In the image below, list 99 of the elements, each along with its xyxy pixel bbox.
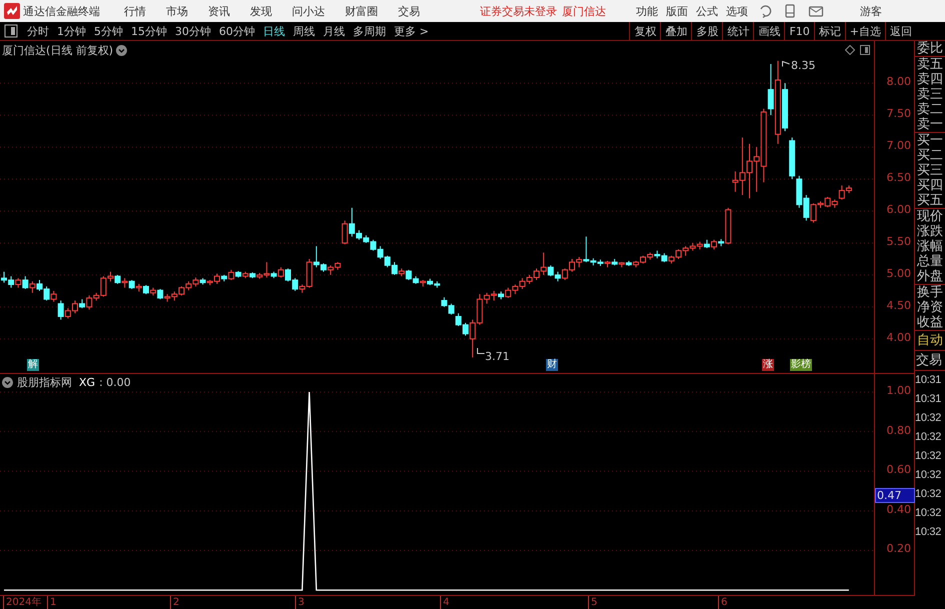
menu-item[interactable]: 行情 bbox=[124, 4, 146, 18]
axis-label: 0.60 bbox=[886, 463, 911, 476]
broker-link[interactable]: 厦门信达 bbox=[562, 4, 606, 18]
quote-label: 卖一 bbox=[916, 117, 944, 132]
date-label: 1 bbox=[47, 596, 56, 609]
panel-toggle-icon[interactable] bbox=[4, 24, 18, 38]
window-toggle-icon[interactable] bbox=[860, 45, 870, 55]
period-tab[interactable]: 1分钟 bbox=[53, 24, 90, 38]
date-label: 3 bbox=[295, 596, 304, 609]
event-marker[interactable]: 影榜 bbox=[790, 359, 812, 371]
quote-label: 总量 bbox=[916, 254, 944, 269]
high-price-label: 8.35 bbox=[791, 59, 816, 72]
date-label: 2 bbox=[170, 596, 180, 609]
quote-label: 净资 bbox=[916, 300, 944, 315]
axis-label: 4.50 bbox=[886, 298, 911, 312]
quote-label: 委比 bbox=[916, 41, 944, 56]
quote-label: 卖三 bbox=[916, 87, 944, 102]
period-tab[interactable]: 月线 bbox=[319, 24, 349, 38]
trade-label: 交易 bbox=[915, 351, 945, 371]
period-tab[interactable]: 15分钟 bbox=[127, 24, 171, 38]
quote-label: 涨幅 bbox=[916, 239, 944, 254]
low-price-label: 3.71 bbox=[485, 350, 510, 363]
menu-item[interactable]: 资讯 bbox=[208, 4, 230, 18]
axis-label: 8.00 bbox=[886, 75, 911, 88]
quote-label: 现价 bbox=[916, 209, 944, 224]
menu-item[interactable]: 市场 bbox=[166, 4, 188, 18]
chart-title: 厦门信达(日线 前复权) bbox=[2, 43, 114, 58]
period-tab[interactable]: 周线 bbox=[289, 24, 319, 38]
trade-time: 10:32 bbox=[915, 525, 942, 540]
trade-time: 10:32 bbox=[915, 506, 942, 521]
menu-item[interactable]: 财富圈 bbox=[345, 4, 378, 18]
quote-label: 收益 bbox=[916, 315, 944, 330]
event-marker[interactable]: 涨 bbox=[762, 359, 774, 371]
axis-label: 5.00 bbox=[886, 266, 911, 280]
trade-time: 10:32 bbox=[915, 487, 942, 502]
axis-label: 7.00 bbox=[886, 139, 911, 152]
quote-label: 外盘 bbox=[916, 269, 944, 284]
menu-item[interactable]: 问小达 bbox=[292, 4, 325, 18]
menu-item[interactable]: 公式 bbox=[696, 4, 718, 18]
menu-item[interactable]: 功能 bbox=[636, 4, 658, 18]
date-label: 2024年 bbox=[3, 596, 42, 609]
app-logo-icon bbox=[4, 3, 20, 19]
trade-time: 10:31 bbox=[915, 373, 942, 388]
quote-label: 卖四 bbox=[916, 72, 944, 87]
dropdown-icon[interactable] bbox=[116, 45, 128, 56]
quote-label: 买三 bbox=[916, 163, 944, 178]
date-label: 6 bbox=[718, 596, 728, 609]
mail-icon[interactable] bbox=[808, 4, 824, 18]
axis-label: 0.40 bbox=[886, 502, 911, 516]
quote-label: 卖五 bbox=[916, 57, 944, 72]
period-tab[interactable]: 日线 bbox=[259, 24, 289, 38]
period-tab[interactable]: 分时 bbox=[23, 24, 53, 38]
leader-line bbox=[477, 348, 485, 354]
period-tab[interactable]: 5分钟 bbox=[90, 24, 127, 38]
axis-label: 1.00 bbox=[886, 384, 911, 397]
period-tab[interactable]: 多周期 bbox=[349, 24, 390, 38]
trade-time: 10:32 bbox=[915, 468, 942, 483]
period-tab[interactable]: 30分钟 bbox=[171, 24, 215, 38]
phone-icon[interactable] bbox=[784, 4, 796, 18]
login-status-link[interactable]: 证券交易未登录 bbox=[480, 4, 557, 18]
quote-label: 买四 bbox=[916, 178, 944, 193]
auto-mode-label[interactable]: 自动 bbox=[915, 331, 945, 351]
menu-item[interactable]: 发现 bbox=[250, 4, 272, 18]
axis-label: 0.20 bbox=[886, 542, 911, 556]
quote-label: 涨跌 bbox=[916, 224, 944, 239]
axis-label: 6.00 bbox=[886, 203, 911, 216]
event-marker[interactable]: 财 bbox=[546, 359, 558, 371]
axis-label: 7.50 bbox=[886, 107, 911, 120]
axis-label: 4.00 bbox=[886, 330, 911, 344]
axis-label: 0.80 bbox=[886, 424, 911, 437]
event-marker[interactable]: 解 bbox=[27, 359, 39, 371]
leader-line bbox=[782, 61, 790, 67]
period-tab[interactable]: 更多 > bbox=[390, 24, 433, 38]
dropdown-icon[interactable] bbox=[2, 377, 13, 388]
trade-time: 10:31 bbox=[915, 392, 942, 407]
date-label: 4 bbox=[440, 596, 450, 609]
menu-item[interactable]: 版面 bbox=[666, 4, 688, 18]
indicator-title: 股朋指标网 bbox=[17, 375, 72, 390]
refresh-icon[interactable] bbox=[758, 4, 772, 18]
menu-item[interactable]: 选项 bbox=[726, 4, 748, 18]
trade-time: 10:32 bbox=[915, 411, 942, 426]
indicator-reading: : 0.00 bbox=[99, 376, 131, 389]
menu-item[interactable]: 交易 bbox=[398, 4, 420, 18]
cursor-value-label: 0.47 bbox=[875, 488, 916, 504]
app-title: 通达信金融终端 bbox=[23, 4, 100, 18]
period-tab[interactable]: 60分钟 bbox=[215, 24, 259, 38]
trade-time: 10:32 bbox=[915, 430, 942, 445]
axis-label: 5.50 bbox=[886, 234, 911, 248]
quote-label: 卖二 bbox=[916, 102, 944, 117]
diamond-icon[interactable] bbox=[845, 45, 855, 55]
quote-label: 买二 bbox=[916, 148, 944, 163]
series-name: XG bbox=[79, 376, 96, 389]
date-label: 5 bbox=[588, 596, 598, 609]
trade-time: 10:32 bbox=[915, 449, 942, 464]
user-label[interactable]: 游客 bbox=[860, 4, 882, 18]
quote-label: 买一 bbox=[916, 133, 944, 148]
axis-label: 6.50 bbox=[886, 171, 911, 184]
quote-label: 买五 bbox=[916, 193, 944, 208]
quote-label: 换手 bbox=[916, 285, 944, 300]
